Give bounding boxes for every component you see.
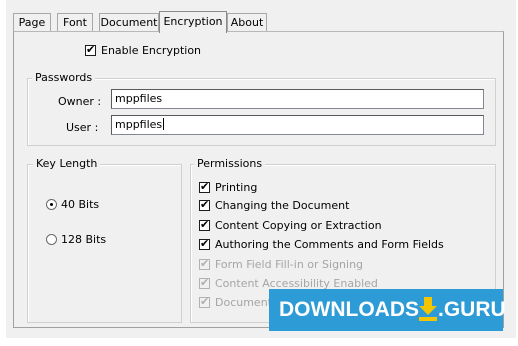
- permission-authoring-checkbox[interactable]: ✔: [199, 237, 210, 250]
- radio-128-bits[interactable]: [46, 234, 57, 245]
- check-icon: ✔: [200, 218, 210, 231]
- key-length-group-title: Key Length: [33, 157, 101, 170]
- permission-printing-checkbox[interactable]: ✔: [199, 180, 210, 193]
- permission-copying-label: Content Copying or Extraction: [215, 219, 382, 232]
- tab-encryption[interactable]: Encryption: [159, 11, 227, 33]
- permission-authoring-label: Authoring the Comments and Form Fields: [215, 238, 444, 251]
- text-caret: [163, 118, 165, 130]
- owner-password-value: mppfiles: [115, 92, 163, 105]
- encryption-panel: ✔ Enable Encryption Passwords Owner : mp…: [13, 31, 504, 328]
- tab-font[interactable]: Font: [57, 13, 93, 31]
- permission-copying-checkbox[interactable]: ✔: [199, 218, 210, 231]
- tab-page[interactable]: Page: [13, 13, 51, 31]
- check-icon: ✔: [86, 43, 96, 56]
- permission-accessibility-checkbox: ✔: [199, 276, 210, 289]
- user-label: User :: [66, 121, 99, 134]
- radio-40-bits[interactable]: [46, 199, 57, 210]
- radio-128-bits-label: 128 Bits: [61, 233, 107, 246]
- user-password-field[interactable]: mppfiles: [111, 115, 484, 135]
- tab-font-label: Font: [63, 16, 87, 29]
- watermark-text-right: .GURU: [438, 298, 506, 321]
- check-icon: ✔: [200, 198, 210, 211]
- radio-40-bits-label: 40 Bits: [61, 198, 100, 211]
- tab-document-label: Document: [100, 16, 158, 29]
- permission-form-fill-label: Form Field Fill-in or Signing: [215, 258, 364, 271]
- enable-encryption-label: Enable Encryption: [101, 44, 202, 57]
- check-icon: ✔: [200, 257, 210, 270]
- watermark-text-left: DOWNLOADS: [279, 298, 419, 321]
- enable-encryption-checkbox[interactable]: ✔: [85, 43, 96, 56]
- user-password-value: mppfiles: [115, 118, 163, 131]
- check-icon: ✔: [200, 276, 210, 289]
- tab-page-label: Page: [18, 16, 46, 29]
- permissions-group-title: Permissions: [194, 157, 266, 170]
- passwords-group-title: Passwords: [32, 71, 96, 84]
- properties-dialog: Page Font Document Encryption About ✔ En…: [6, 0, 516, 338]
- check-icon: ✔: [200, 180, 210, 193]
- tab-encryption-label: Encryption: [163, 15, 223, 28]
- permission-form-fill-checkbox: ✔: [199, 257, 210, 270]
- permission-changing-label: Changing the Document: [215, 199, 350, 212]
- owner-label: Owner :: [58, 95, 102, 108]
- check-icon: ✔: [200, 237, 210, 250]
- permission-printing-label: Printing: [215, 181, 258, 194]
- download-arrow-icon: [419, 297, 437, 321]
- radio-selected-dot: [50, 203, 53, 206]
- tab-document[interactable]: Document: [99, 13, 159, 31]
- tab-about[interactable]: About: [227, 13, 267, 31]
- permission-changing-checkbox[interactable]: ✔: [199, 198, 210, 211]
- downloads-guru-watermark: DOWNLOADS .GURU: [269, 289, 506, 331]
- check-icon: ✔: [200, 295, 210, 308]
- tab-about-label: About: [230, 16, 264, 29]
- permission-assembly-checkbox: ✔: [199, 295, 210, 308]
- owner-password-field[interactable]: mppfiles: [111, 89, 484, 109]
